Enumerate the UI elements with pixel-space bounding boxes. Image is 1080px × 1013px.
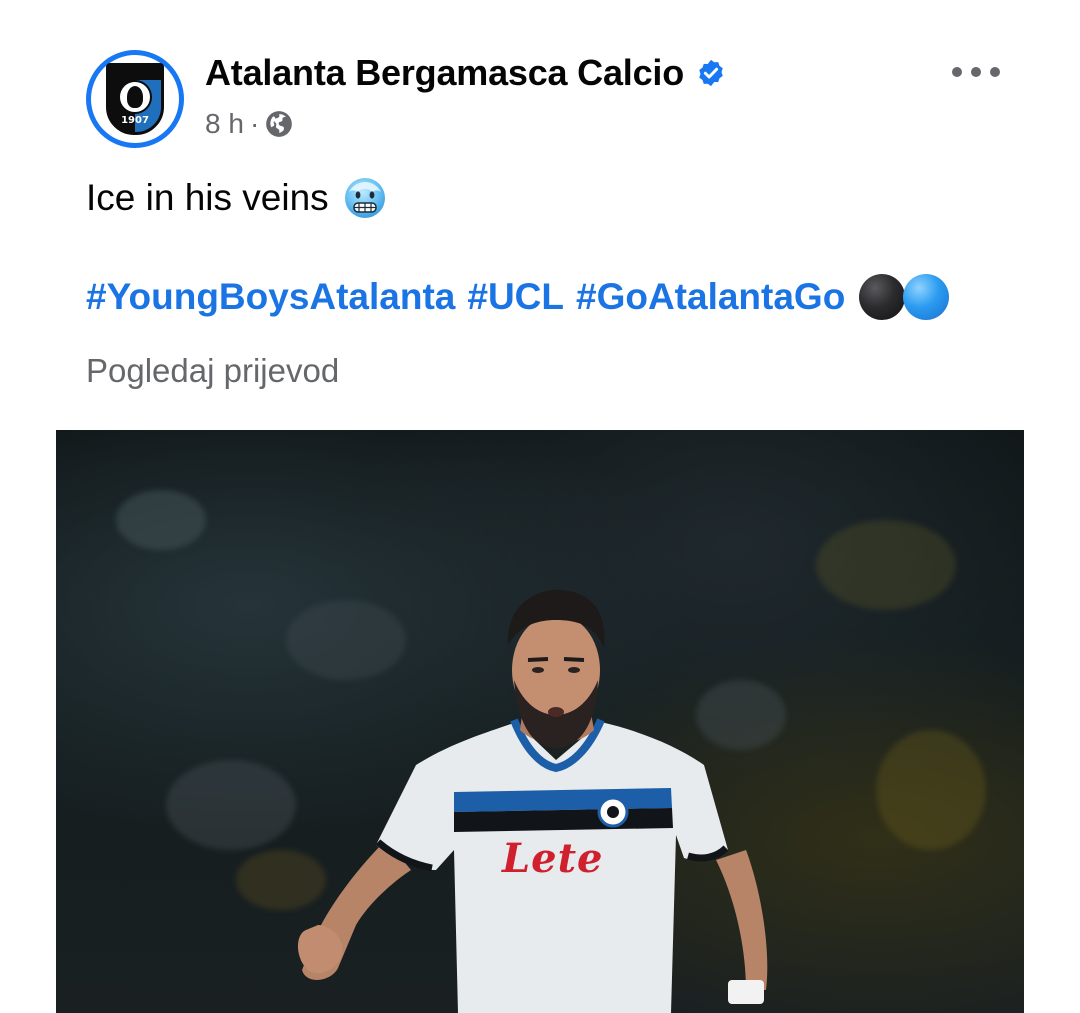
meta-separator: · [249, 108, 260, 139]
post-meta: 8 h · [205, 108, 293, 140]
post-photo[interactable]: Lete [56, 430, 1024, 1013]
globe-icon [266, 111, 293, 137]
more-dot-3 [990, 67, 1000, 77]
player-figure [297, 589, 768, 1013]
atalanta-crest-logo: 1907 [106, 63, 164, 135]
page-name-row: Atalanta Bergamasca Calcio [205, 52, 726, 94]
more-dot-1 [952, 67, 962, 77]
blue-circle-emoji [903, 274, 950, 320]
cold-face-emoji [344, 178, 385, 218]
more-options-icon[interactable] [952, 60, 1000, 84]
page-name-link[interactable]: Atalanta Bergamasca Calcio [205, 52, 684, 94]
more-dot-2 [971, 67, 981, 77]
black-circle-emoji [859, 274, 906, 320]
page-avatar[interactable]: 1907 [86, 50, 184, 148]
hashtag-link[interactable]: #YoungBoysAtalanta [86, 276, 455, 318]
hashtag-link[interactable]: #GoAtalantaGo [576, 276, 845, 318]
hashtag-link[interactable]: #UCL [467, 276, 564, 318]
hashtag-row: #YoungBoysAtalanta #UCL #GoAtalantaGo [86, 274, 950, 320]
post-caption: Ice in his veins [86, 176, 387, 220]
facebook-post: 1907 Atalanta Bergamasca Calcio 8 h · Ic… [0, 0, 1080, 1013]
caption-text: Ice in his veins [86, 177, 329, 218]
post-timestamp[interactable]: 8 h [205, 108, 244, 140]
crest-year: 1907 [121, 115, 149, 126]
see-translation-link[interactable]: Pogledaj prijevod [86, 352, 339, 390]
shirt-sponsor: Lete [502, 835, 604, 882]
avatar-frame: 1907 [91, 55, 179, 143]
verified-badge-icon [699, 59, 723, 87]
